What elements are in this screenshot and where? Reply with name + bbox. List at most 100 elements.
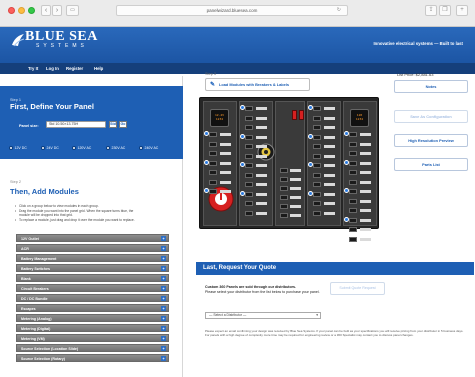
expand-plus-icon[interactable]: + [161,286,166,291]
circuit-breaker[interactable] [313,115,321,121]
circuit-breaker[interactable] [245,210,253,216]
voltage-option[interactable]: 120V AC [72,146,91,150]
digital-meter-right[interactable]: 120 1234 [350,109,369,127]
tabs-icon[interactable]: ❐ [439,5,451,16]
expand-plus-icon[interactable]: + [161,326,166,331]
notes-button[interactable]: Notes [394,80,468,93]
circuit-breaker[interactable] [313,153,321,159]
circuit-breaker[interactable] [313,201,321,206]
expand-plus-icon[interactable]: + [161,256,166,261]
panel-size-select[interactable]: Std 10.50×13.75H [46,121,106,128]
circuit-breaker[interactable] [349,179,357,185]
circuit-breaker[interactable] [313,210,321,216]
module-group-item[interactable]: Metering (Analog) + [16,314,169,322]
voltage-option[interactable]: 240V AC [139,146,158,150]
circuit-breaker[interactable] [209,170,217,175]
expand-plus-icon[interactable]: + [161,246,166,251]
back-arrow-icon[interactable]: ‹ [41,5,51,16]
expand-plus-icon[interactable]: + [161,316,166,321]
circuit-breaker[interactable] [280,213,288,218]
circuit-breaker[interactable] [349,189,357,194]
circuit-breaker[interactable] [209,132,217,137]
panel-size-go-button[interactable]: Go [119,121,127,128]
circuit-breaker[interactable] [313,106,321,111]
circuit-breaker[interactable] [349,132,357,137]
circuit-breaker[interactable] [313,172,321,178]
module-group-item[interactable]: Source Selection (Rotary) + [16,354,169,362]
forward-arrow-icon[interactable]: › [52,5,62,16]
circuit-breaker[interactable] [313,125,321,130]
circuit-breaker[interactable] [280,186,288,191]
circuit-breaker[interactable] [349,170,357,175]
circuit-breaker[interactable] [245,106,253,111]
circuit-breaker[interactable] [245,201,253,206]
panel-preview[interactable]: 12.4V 1234 120 1234 [199,97,379,242]
parts-list-button[interactable]: Parts List [394,158,468,171]
circuit-breaker[interactable] [313,163,321,168]
address-bar[interactable]: panelwizard.bluesea.com ↻ [116,5,348,16]
module-group-item[interactable]: Battery Switches + [16,264,169,272]
nav-log-in[interactable]: Log In [46,66,59,71]
expand-plus-icon[interactable]: + [161,306,166,311]
circuit-breaker[interactable] [349,198,357,204]
circuit-breaker[interactable] [209,179,217,185]
circuit-breaker[interactable] [349,227,357,232]
circuit-breaker[interactable] [349,208,357,213]
circuit-breaker[interactable] [280,177,288,182]
close-window-icon[interactable] [8,7,15,14]
submit-quote-button[interactable]: Submit Quote Request [330,282,385,295]
module-group-item[interactable]: Escapes + [16,304,169,312]
expand-plus-icon[interactable]: + [161,356,166,361]
circuit-breaker[interactable] [245,153,253,159]
expand-plus-icon[interactable]: + [161,336,166,341]
voltage-option[interactable]: 12V DC [9,146,27,150]
load-modules-button[interactable]: ✎ Load Modules with Breakers & Labels [205,78,310,91]
sidebar-icon[interactable]: ▭ [66,5,79,16]
circuit-breaker[interactable] [313,191,321,197]
radio-icon[interactable] [139,146,143,150]
expand-plus-icon[interactable]: + [161,266,166,271]
circuit-breaker[interactable] [209,141,217,147]
circuit-breaker[interactable] [245,191,253,197]
circuit-breaker[interactable] [209,189,217,194]
save-configuration-button[interactable]: Save As Configuration [394,110,468,123]
high-resolution-preview-button[interactable]: High Resolution Preview [394,134,468,147]
radio-icon[interactable] [106,146,110,150]
circuit-breaker[interactable] [280,168,288,173]
voltage-option[interactable]: 24V DC [41,146,59,150]
radio-icon[interactable] [41,146,45,150]
circuit-breaker[interactable] [209,160,217,166]
circuit-breaker[interactable] [280,195,288,200]
module-group-item[interactable]: 12V Outlet + [16,234,169,242]
zoom-window-icon[interactable] [28,7,35,14]
circuit-breaker[interactable] [313,182,321,187]
battery-switch-icon[interactable] [299,110,304,120]
logo-wordmark[interactable]: BLUE SEA [25,30,98,44]
circuit-breaker[interactable] [349,151,357,156]
module-group-item[interactable]: Metering (VM) + [16,334,169,342]
expand-plus-icon[interactable]: + [161,276,166,281]
circuit-breaker[interactable] [245,163,253,168]
circuit-breaker[interactable] [349,217,357,223]
module-group-item[interactable]: DC / DC Bundle + [16,294,169,302]
module-group-item[interactable]: Circuit Breakers + [16,284,169,292]
expand-plus-icon[interactable]: + [161,296,166,301]
radio-icon[interactable] [72,146,76,150]
nav-help[interactable]: Help [94,66,103,71]
circuit-breaker[interactable] [245,172,253,178]
circuit-breaker[interactable] [313,134,321,140]
module-group-item[interactable]: ACR + [16,244,169,252]
reload-icon[interactable]: ↻ [337,6,341,15]
nav-try-it[interactable]: Try It [28,66,38,71]
module-group-item[interactable]: Blank + [16,274,169,282]
minimize-window-icon[interactable] [18,7,25,14]
circuit-breaker[interactable] [349,160,357,166]
module-group-item[interactable]: Battery Management + [16,254,169,262]
expand-plus-icon[interactable]: + [161,236,166,241]
circuit-breaker[interactable] [349,236,357,242]
radio-icon[interactable] [9,146,13,150]
panel-size-std-button[interactable]: Std [109,121,117,128]
circuit-breaker[interactable] [245,144,253,149]
circuit-breaker[interactable] [280,204,288,209]
distributor-select[interactable]: — Select a Distributor — ▾ [205,312,321,319]
